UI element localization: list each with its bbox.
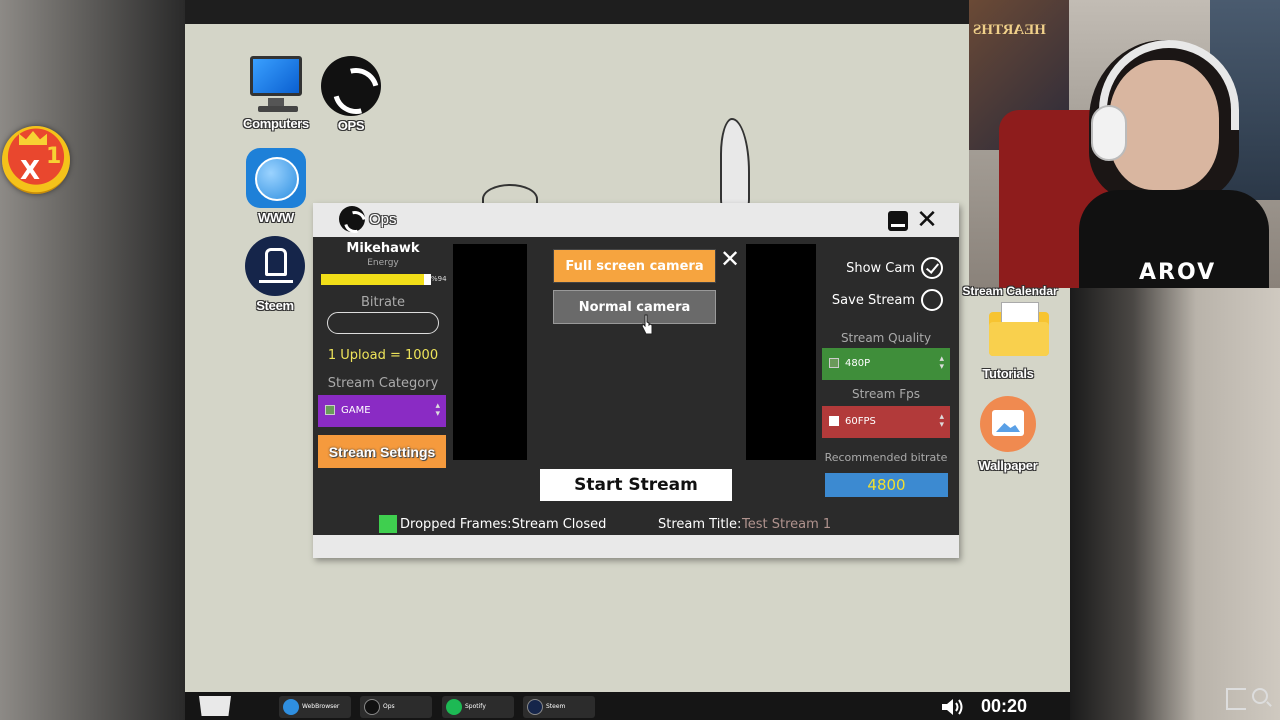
computer-icon [246, 54, 306, 114]
taskbar-item-spotify[interactable]: Spotify [442, 696, 514, 718]
volume-icon[interactable] [941, 698, 965, 716]
poster-text: HEARTHS [973, 22, 1046, 38]
bitrate-input[interactable] [327, 312, 439, 334]
stream-fps-select[interactable]: 60FPS ▴ ▾ [822, 406, 950, 438]
desktop-icon-label: WWW [258, 210, 294, 225]
taskbar-item-label: Spotify [465, 703, 486, 710]
room-wall-right [1070, 288, 1280, 720]
search-icon[interactable] [1252, 688, 1268, 704]
stream-quality-value: 480P [845, 358, 871, 369]
crown-icon [19, 131, 47, 145]
desktop-icon-tutorials[interactable]: Tutorials [968, 302, 1049, 381]
stream-preview-right [746, 244, 816, 460]
stream-category-select[interactable]: GAME ▴ ▾ [318, 395, 446, 427]
window-titlebar[interactable]: Ops ✕ [313, 203, 959, 237]
stream-fps-label: Stream Fps [851, 387, 920, 401]
upload-info: 1 Upload = 1000 [327, 348, 439, 363]
wallpaper-icon [978, 396, 1038, 456]
save-stream-toggle[interactable]: Save Stream [832, 289, 943, 311]
desktop-icon-label: Tutorials [982, 366, 1034, 381]
bitrate-label: Bitrate [360, 295, 406, 310]
select-arrows-icon: ▴ ▾ [939, 354, 944, 372]
stream-settings-button[interactable]: Stream Settings [318, 435, 446, 468]
desktop-icon-label: Steem [256, 298, 294, 313]
ops-icon [321, 56, 381, 116]
steem-icon [245, 236, 305, 296]
taskbar-clock: 00:20 [981, 696, 1028, 716]
select-arrows-icon: ▴ ▾ [435, 401, 440, 419]
energy-bar [321, 274, 431, 285]
stream-title-label: Stream Title: [658, 517, 742, 532]
crown-badge: X 1 [2, 126, 70, 194]
stream-preview-left [453, 244, 527, 460]
taskbar-item-webbrowser[interactable]: WebBrowser [279, 696, 351, 718]
headphones-icon [1091, 105, 1127, 161]
stream-quality-label: Stream Quality [840, 331, 932, 345]
steem-icon [527, 699, 543, 715]
square-icon [829, 416, 839, 426]
recommended-bitrate-value: 4800 [825, 473, 948, 497]
shirt-text: AROV [1139, 260, 1217, 285]
taskbar-item-label: Ops [383, 703, 395, 710]
desktop-icon-ops[interactable]: OPS [311, 56, 391, 133]
desktop-icon-label: Wallpaper [978, 458, 1038, 473]
energy-bar-fill [321, 274, 425, 285]
full-screen-camera-button[interactable]: Full screen camera [553, 249, 716, 283]
folder-icon [978, 302, 1049, 364]
energy-percent: %94 [431, 275, 447, 283]
stream-category-value: GAME [341, 405, 371, 416]
hand-cursor-icon [641, 314, 653, 335]
taskbar-item-label: WebBrowser [302, 703, 340, 710]
username: Mikehawk [346, 241, 420, 256]
globe-icon [246, 148, 306, 208]
ops-logo-icon [339, 206, 365, 232]
window-title: Ops [369, 211, 397, 228]
ops-body: Mikehawk Energy %94 Bitrate 1 Upload = 1… [313, 237, 959, 535]
taskbar-item-steem[interactable]: Steem [523, 696, 595, 718]
save-stream-label: Save Stream [831, 292, 915, 308]
monitor-bezel-top [185, 0, 970, 24]
ops-icon [364, 699, 380, 715]
badge-x: X [20, 156, 41, 186]
dropped-frames-indicator [379, 515, 397, 533]
stream-title-value[interactable]: Test Stream 1 [742, 517, 831, 532]
stream-category-label: Stream Category [327, 376, 439, 391]
camera-menu-close-button[interactable]: ✕ [720, 247, 740, 271]
taskbar-item-ops[interactable]: Ops [360, 696, 432, 718]
desktop-icon-wallpaper[interactable]: Wallpaper [968, 396, 1048, 473]
ops-window: Ops ✕ Mikehawk Energy %94 Bitrate 1 Uplo… [313, 203, 959, 558]
recommended-bitrate-label: Recommended bitrate [824, 451, 948, 464]
desktop-icon-www[interactable]: WWW [236, 148, 316, 225]
taskbar-item-label: Steem [546, 703, 566, 710]
gamepad-icon [325, 405, 335, 415]
energy-label: Energy [367, 258, 399, 268]
start-stream-button[interactable]: Start Stream [540, 469, 732, 501]
select-arrows-icon: ▴ ▾ [939, 412, 944, 430]
close-window-button[interactable]: ✕ [915, 207, 939, 233]
globe-icon [283, 699, 299, 715]
room-wall-left [0, 0, 185, 720]
minimize-button[interactable] [888, 211, 908, 231]
show-cam-label: Show Cam [846, 260, 915, 276]
dropped-frames-status: Dropped Frames:Stream Closed [400, 517, 607, 532]
webcam-overlay: HEARTHS AROV [969, 0, 1280, 288]
spotify-icon [446, 699, 462, 715]
unchecked-circle-icon[interactable] [921, 289, 943, 311]
exit-icon[interactable] [1226, 688, 1246, 710]
desktop-icon-computers[interactable]: Computers [236, 54, 316, 131]
badge-count: 1 [46, 144, 62, 169]
stream-quality-select[interactable]: 480P ▴ ▾ [822, 348, 950, 380]
taskbar: WebBrowser Ops Spotify Steem 00:20 [185, 692, 1070, 720]
normal-camera-button[interactable]: Normal camera [553, 290, 716, 324]
stream-fps-value: 60FPS [845, 416, 876, 427]
desktop-icon-stream-calendar[interactable]: Stream Calendar [960, 284, 1060, 298]
show-cam-toggle[interactable]: Show Cam [846, 257, 943, 279]
webcam-person-body: AROV [1079, 190, 1269, 288]
checkmark-icon[interactable] [921, 257, 943, 279]
start-menu-button[interactable] [199, 696, 231, 716]
desktop-icon-label: OPS [337, 118, 365, 133]
desktop-icon-label: Computers [243, 116, 309, 131]
film-icon [829, 358, 839, 368]
desktop-icon-steem[interactable]: Steem [235, 236, 315, 313]
